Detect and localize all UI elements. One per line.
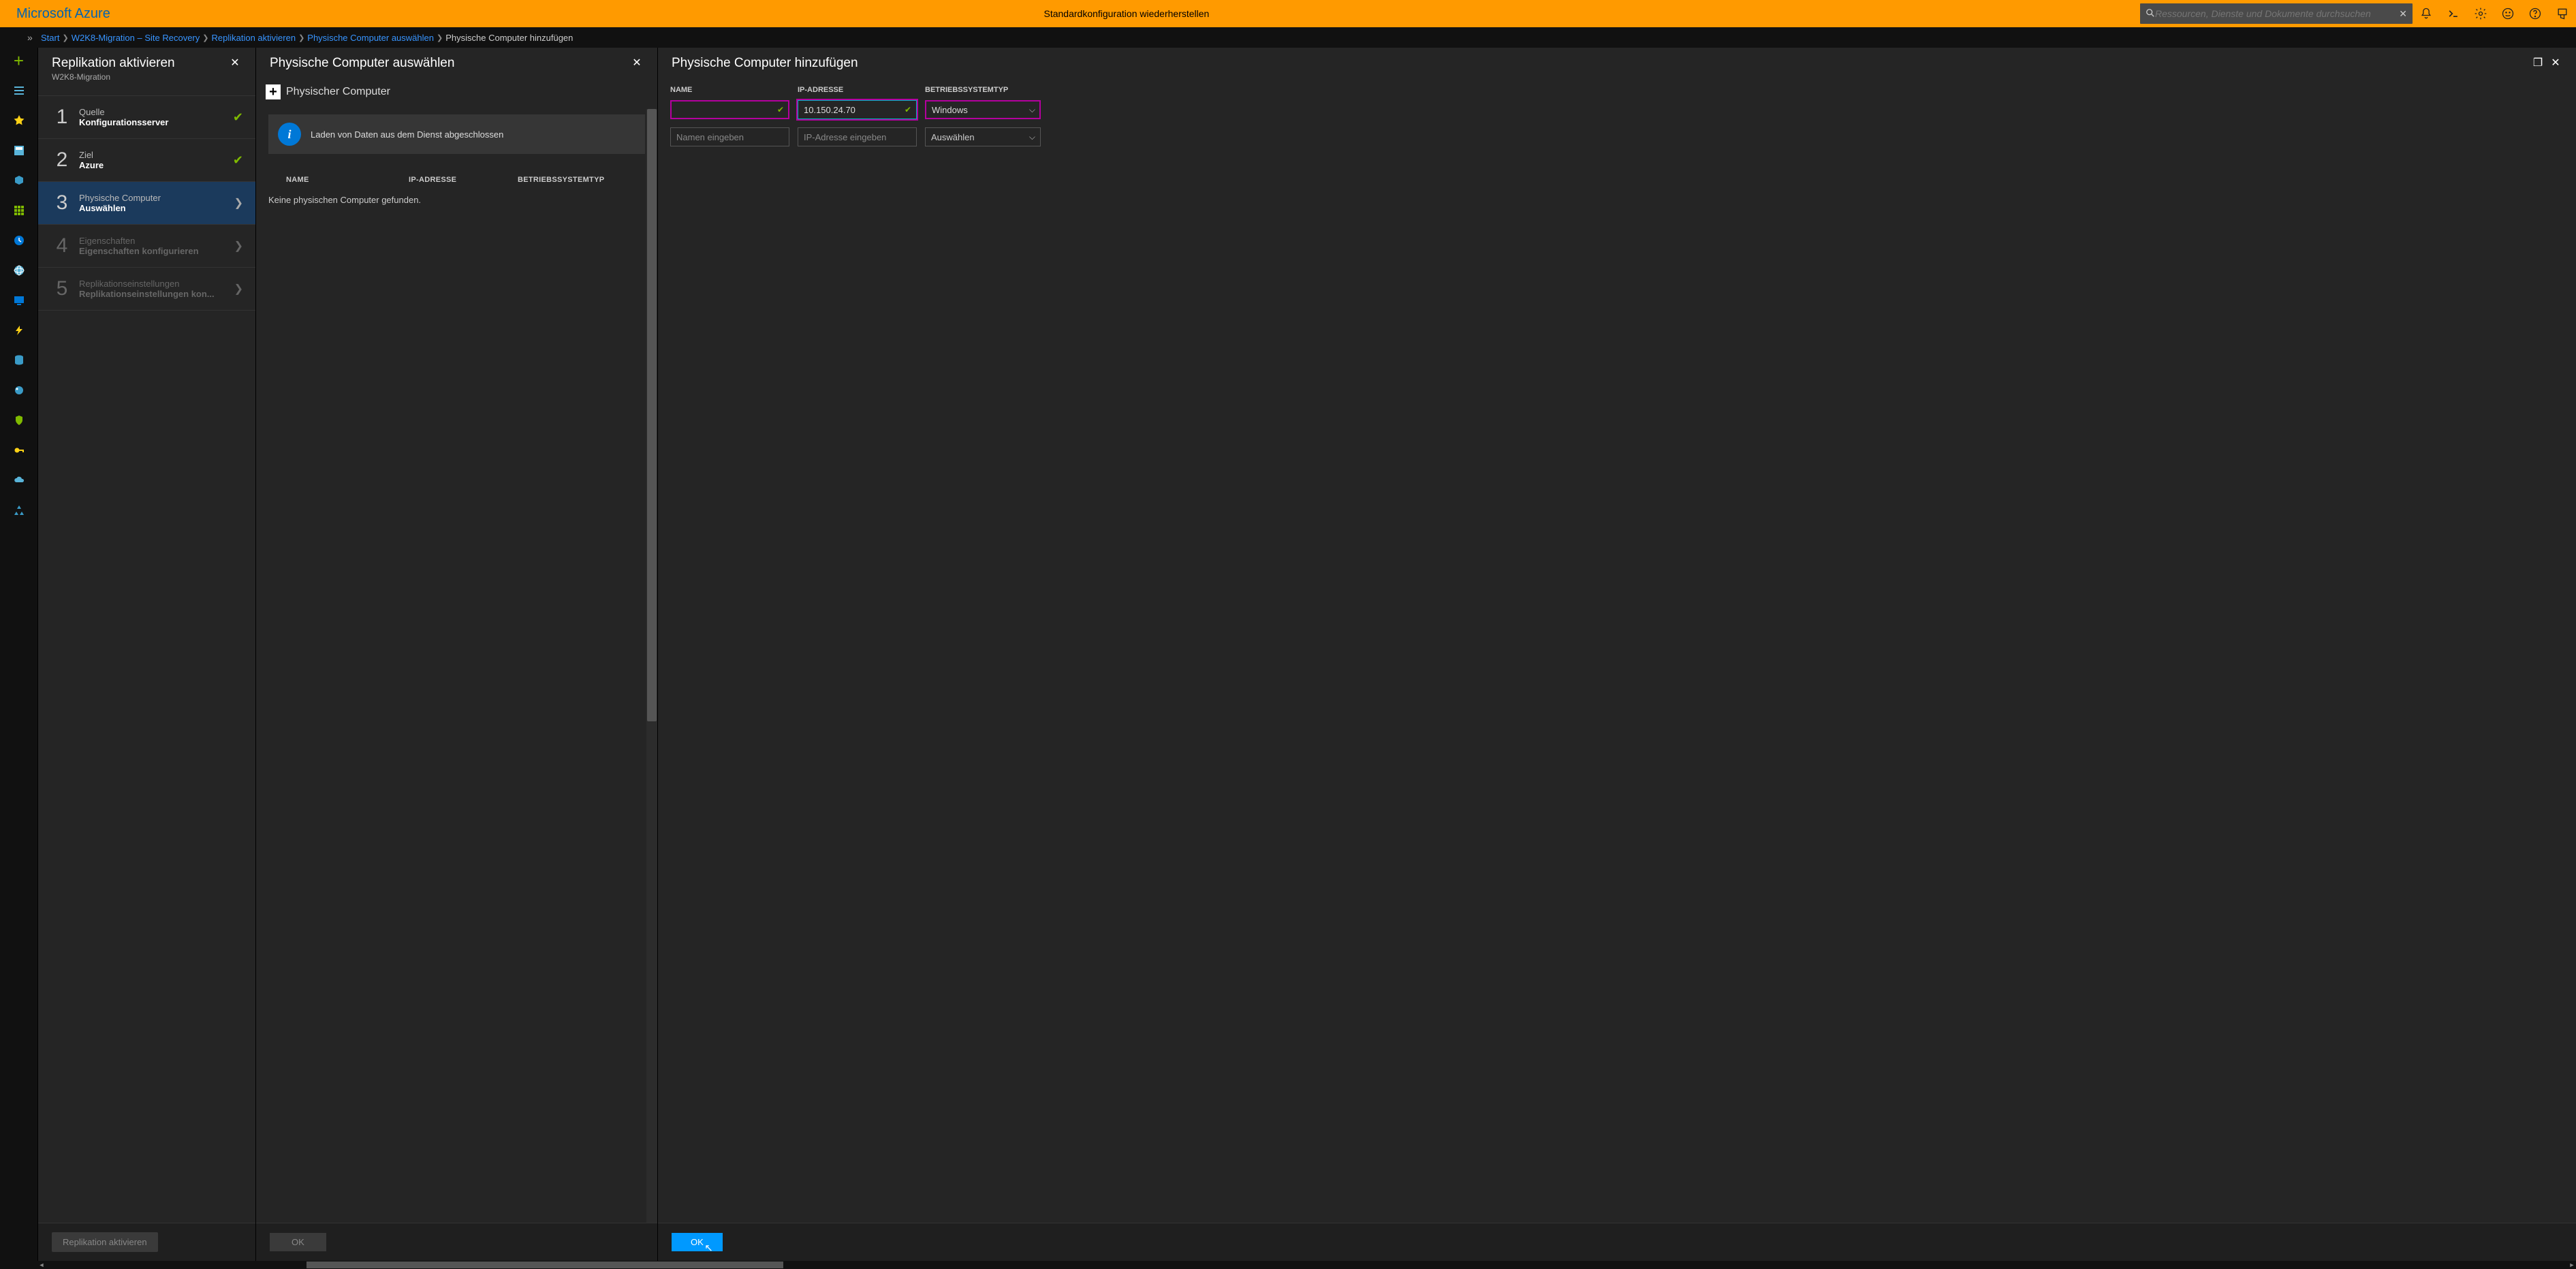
function-apps-icon[interactable] <box>12 323 27 338</box>
enable-replication-button[interactable]: Replikation aktivieren <box>52 1232 158 1252</box>
blades-container: Replikation aktivieren W2K8-Migration ✕ … <box>37 48 2576 1261</box>
scroll-left-icon[interactable]: ◄ <box>37 1261 46 1269</box>
col-os: BETRIEBSSYSTEMTYP <box>518 176 645 184</box>
os-select-blank[interactable]: Auswählen <box>925 127 1041 146</box>
wizard-step-source[interactable]: 1 QuelleKonfigurationsserver ✔ <box>38 95 255 139</box>
left-nav-rail: + <box>0 48 37 1261</box>
scrollbar-thumb[interactable] <box>647 109 657 721</box>
form-row-empty: Auswählen ⌵ <box>658 125 2576 148</box>
search-input[interactable] <box>2155 8 2399 19</box>
cloud-shell-icon[interactable] <box>2440 0 2467 27</box>
notifications-icon[interactable] <box>2413 0 2440 27</box>
hscroll-thumb[interactable] <box>307 1262 783 1268</box>
name-input[interactable] <box>670 100 789 119</box>
dashboard-icon[interactable] <box>12 143 27 158</box>
info-icon: i <box>278 123 301 146</box>
empty-state-text: Keine physischen Computer gefunden. <box>256 191 657 209</box>
chevron-right-icon: ❯ <box>234 282 243 296</box>
sql-databases-icon[interactable] <box>12 353 27 368</box>
settings-gear-icon[interactable] <box>2467 0 2494 27</box>
security-shield-icon[interactable] <box>12 413 27 428</box>
horizontal-scrollbar[interactable]: ◄ ► <box>0 1261 2576 1269</box>
expand-rail-icon[interactable]: » <box>27 32 33 43</box>
blade2-ok-button[interactable]: OK <box>270 1233 326 1251</box>
ip-input[interactable] <box>798 100 917 119</box>
add-button-label: Physischer Computer <box>286 86 390 98</box>
col-ip: IP-ADRESSE <box>409 176 518 184</box>
info-message: Laden von Daten aus dem Dienst abgeschlo… <box>311 129 503 140</box>
cursor-pointer-icon: ↖ <box>704 1242 713 1254</box>
top-bar: Microsoft Azure Standardkonfiguration wi… <box>0 0 2576 27</box>
blade-enable-replication: Replikation aktivieren W2K8-Migration ✕ … <box>37 48 255 1261</box>
scrollbar-track[interactable] <box>646 109 657 1223</box>
blade-select-physical: Physische Computer auswählen ✕ + Physisc… <box>255 48 657 1261</box>
more-services-icon[interactable] <box>12 503 27 518</box>
ip-input-blank[interactable] <box>798 127 917 146</box>
app-services-globe-icon[interactable] <box>12 263 27 278</box>
directory-filter-icon[interactable] <box>2549 0 2576 27</box>
restore-config-link[interactable]: Standardkonfiguration wiederherstellen <box>1044 8 1210 19</box>
wizard-step-physical-computers[interactable]: 3 Physische ComputerAuswählen ❯ <box>38 182 255 225</box>
blade3-title: Physische Computer hinzufügen <box>672 56 2527 71</box>
wizard-step-target[interactable]: 2 ZielAzure ✔ <box>38 139 255 182</box>
resource-groups-icon[interactable] <box>12 173 27 188</box>
blade3-close-icon[interactable]: ✕ <box>2549 56 2562 69</box>
breadcrumb-bar: » Start ❯ W2K8-Migration – Site Recovery… <box>0 27 2576 48</box>
chevron-right-icon: ❯ <box>234 239 243 253</box>
feedback-smile-icon[interactable] <box>2494 0 2522 27</box>
crumb-start[interactable]: Start <box>41 33 59 43</box>
chevron-right-icon: ❯ <box>234 196 243 210</box>
form-row-editing: ✔ ✔ Windows ⌵ <box>661 98 2576 121</box>
blade3-ok-button[interactable]: OK ↖ <box>672 1233 723 1251</box>
blade1-subtitle: W2K8-Migration <box>52 72 224 82</box>
col-name: NAME <box>286 176 409 184</box>
info-banner: i Laden von Daten aus dem Dienst abgesch… <box>268 114 645 154</box>
blade1-close-icon[interactable]: ✕ <box>228 56 242 69</box>
search-icon <box>2146 8 2155 20</box>
crumb-site-recovery[interactable]: W2K8-Migration – Site Recovery <box>72 33 200 43</box>
name-input-blank[interactable] <box>670 127 789 146</box>
all-services-icon[interactable] <box>12 83 27 98</box>
main-area: + Replikation aktivieren W2K8-Migration … <box>0 48 2576 1261</box>
cosmos-db-icon[interactable] <box>12 383 27 398</box>
crumb-enable-replication[interactable]: Replikation aktivieren <box>211 33 296 43</box>
form-header: NAME IP-ADRESSE BETRIEBSSYSTEMTYP <box>658 78 2576 98</box>
favorites-star-icon[interactable] <box>12 113 27 128</box>
global-search[interactable]: ✕ <box>2140 3 2413 24</box>
blade1-title: Replikation aktivieren <box>52 56 224 71</box>
plus-icon: + <box>266 84 281 99</box>
table-header: NAME IP-ADRESSE BETRIEBSSYSTEMTYP <box>256 159 657 191</box>
recent-clock-icon[interactable] <box>12 233 27 248</box>
help-icon[interactable] <box>2522 0 2549 27</box>
create-resource-icon[interactable]: + <box>12 53 27 68</box>
wizard-step-replication-settings[interactable]: 5 ReplikationseinstellungenReplikationse… <box>38 268 255 311</box>
os-select[interactable]: Windows <box>925 100 1041 119</box>
add-physical-computer-button[interactable]: + Physischer Computer <box>256 78 400 109</box>
virtual-machines-icon[interactable] <box>12 293 27 308</box>
blade-add-physical: Physische Computer hinzufügen ❐ ✕ NAME I… <box>657 48 2576 1261</box>
azure-brand[interactable]: Microsoft Azure <box>0 6 127 22</box>
all-resources-icon[interactable] <box>12 203 27 218</box>
top-right-icons <box>2413 0 2576 27</box>
blade3-restore-icon[interactable]: ❐ <box>2531 56 2545 69</box>
crumb-select-computers[interactable]: Physische Computer auswählen <box>307 33 434 43</box>
checkmark-icon: ✔ <box>233 110 243 125</box>
crumb-current: Physische Computer hinzufügen <box>445 33 573 43</box>
cloud-services-icon[interactable] <box>12 473 27 488</box>
blade2-close-icon[interactable]: ✕ <box>630 56 644 69</box>
wizard-step-properties[interactable]: 4 EigenschaftenEigenschaften konfigurier… <box>38 225 255 268</box>
clear-search-icon[interactable]: ✕ <box>2399 8 2407 20</box>
key-vault-icon[interactable] <box>12 443 27 458</box>
blade2-title: Physische Computer auswählen <box>270 56 626 71</box>
scroll-right-icon[interactable]: ► <box>2568 1261 2576 1269</box>
checkmark-icon: ✔ <box>233 153 243 168</box>
